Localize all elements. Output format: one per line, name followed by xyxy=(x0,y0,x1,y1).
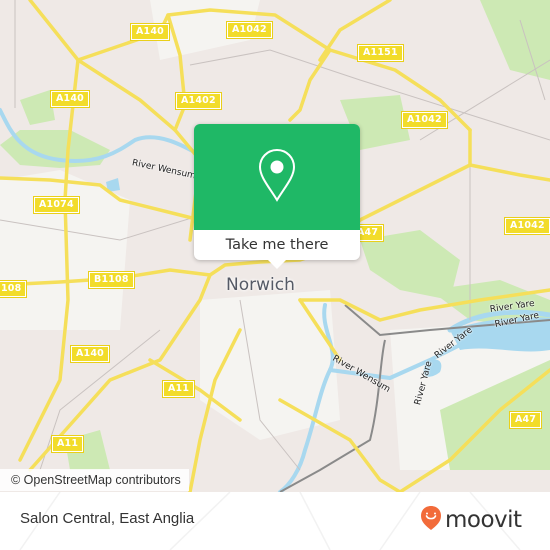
road-label: A140 xyxy=(51,91,89,107)
location-pin-icon xyxy=(257,147,297,207)
moovit-smile-pin-icon xyxy=(420,505,442,535)
road-label: A1042 xyxy=(505,218,550,234)
moovit-logo[interactable]: moovit xyxy=(420,505,522,535)
road-label: A1042 xyxy=(227,22,272,38)
road-label: A140 xyxy=(131,24,169,40)
brand-name: moovit xyxy=(445,507,522,533)
map-canvas[interactable]: A140 A1042 A1151 A140 A1402 A1042 A1042 … xyxy=(0,0,550,492)
road-label: A1151 xyxy=(358,45,403,61)
popup-header xyxy=(194,124,360,230)
road-label: A11 xyxy=(52,436,84,452)
road-label: A1042 xyxy=(402,112,447,128)
road-label: A1402 xyxy=(176,93,221,109)
road-label: A1074 xyxy=(34,197,79,213)
popup-pointer xyxy=(268,260,286,269)
road-label: A140 xyxy=(71,346,109,362)
destination-popup: Take me there xyxy=(194,124,360,269)
take-me-there-button[interactable]: Take me there xyxy=(194,230,360,260)
place-title: Salon Central, East Anglia xyxy=(20,510,195,527)
map-attribution[interactable]: © OpenStreetMap contributors xyxy=(0,469,189,491)
road-label: A47 xyxy=(510,412,542,428)
road-label: B1108 xyxy=(89,272,134,288)
city-label: Norwich xyxy=(226,275,295,295)
road-label: A11 xyxy=(163,381,195,397)
road-label: 108 xyxy=(0,281,27,297)
